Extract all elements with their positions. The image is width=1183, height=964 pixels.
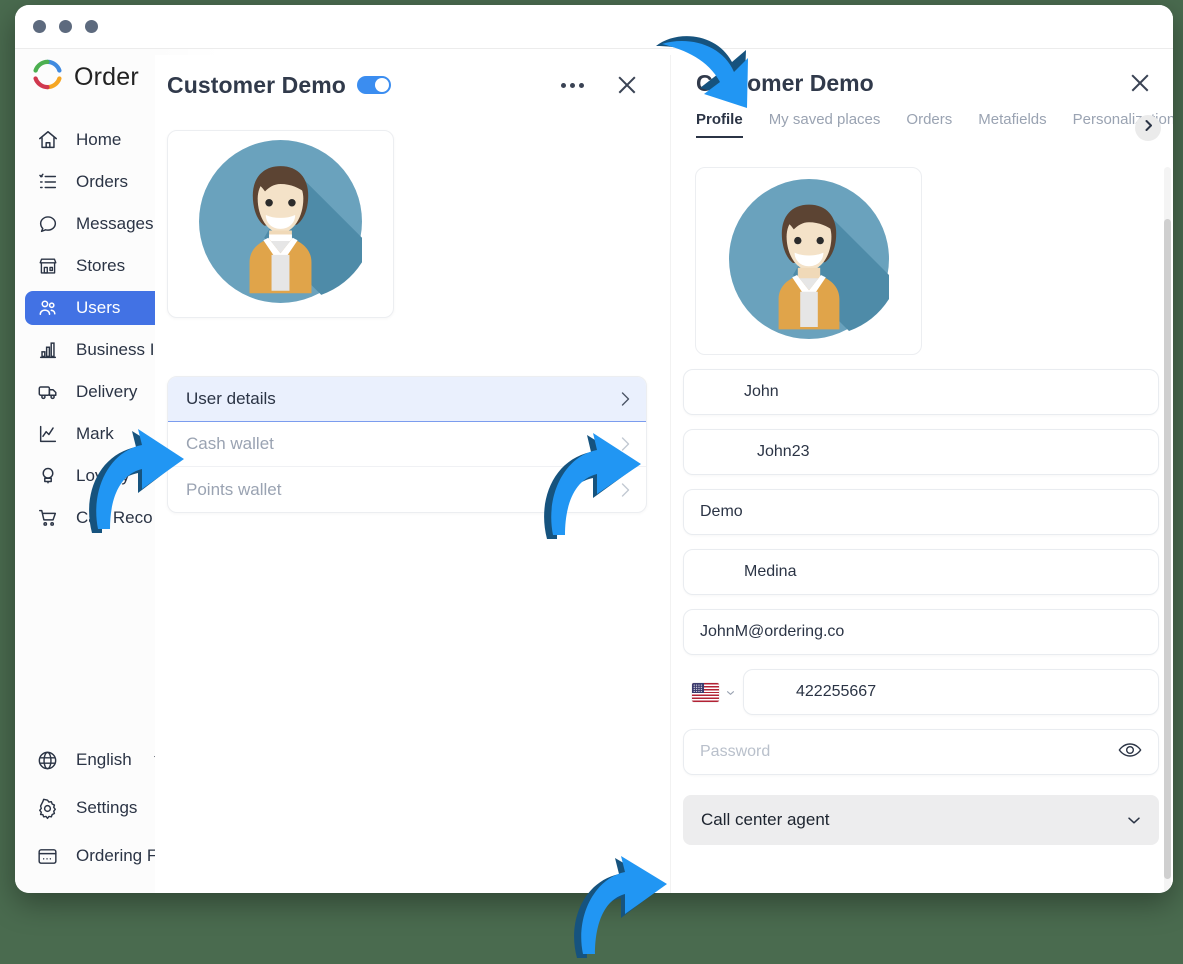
tab-metafields[interactable]: Metafields <box>978 111 1046 138</box>
nickname-field[interactable]: John23 <box>683 429 1159 475</box>
tab-label: Orders <box>906 111 953 128</box>
center-avatar-card[interactable] <box>167 130 394 318</box>
last-name-field[interactable]: Medina <box>683 549 1159 595</box>
sidebar-item-label: Stores <box>76 256 126 275</box>
sidebar-item-label: Orders <box>76 172 128 191</box>
sidebar-item-label: Delivery <box>76 382 138 401</box>
middle-name-value: Demo <box>700 503 743 520</box>
browser-window-icon <box>35 844 60 869</box>
window-dot-maximize[interactable] <box>85 20 98 33</box>
right-panel: Customer Demo Profile My saved places Or… <box>670 55 1173 893</box>
email-field[interactable]: JohnM@ordering.co <box>683 609 1159 655</box>
gear-icon <box>35 796 60 821</box>
sidebar-item-label: Ordering F <box>76 846 158 865</box>
shopping-cart-icon <box>35 506 60 531</box>
customer-enabled-toggle[interactable] <box>356 76 391 94</box>
center-modal: Customer Demo User details Cash wallet P… <box>155 55 665 893</box>
us-flag-icon <box>692 682 719 702</box>
list-icon <box>35 170 60 195</box>
center-modal-header: Customer Demo <box>155 55 665 115</box>
tab-my-saved-places[interactable]: My saved places <box>769 111 881 138</box>
scrollbar-thumb[interactable] <box>1164 219 1171 879</box>
tab-orders[interactable]: Orders <box>906 111 952 138</box>
last-name-value: Medina <box>744 563 797 580</box>
nickname-value: John23 <box>757 443 810 460</box>
close-icon[interactable] <box>1127 70 1153 96</box>
center-modal-title: Customer Demo <box>167 71 346 98</box>
list-item-label: Points wallet <box>186 479 282 499</box>
list-item-points-wallet[interactable]: Points wallet <box>168 467 646 512</box>
sidebar-item-label: Mark <box>76 424 114 443</box>
chevron-down-icon <box>726 683 735 701</box>
profile-avatar-card[interactable] <box>695 167 922 355</box>
right-panel-tabs: Profile My saved places Orders Metafield… <box>671 111 1173 157</box>
list-item-cash-wallet[interactable]: Cash wallet <box>168 422 646 467</box>
window-titlebar <box>15 5 1173 49</box>
phone-row: 422255667 <box>683 669 1159 715</box>
profile-form: John John23 Demo Medina JohnM@ordering.c… <box>671 167 1173 893</box>
sidebar-item-label: English <box>76 750 132 769</box>
list-item-user-details[interactable]: User details <box>168 377 646 422</box>
window-dot-minimize[interactable] <box>59 20 72 33</box>
password-placeholder: Password <box>700 743 771 760</box>
sidebar-item-label: Messages <box>76 214 154 233</box>
bar-chart-icon <box>35 338 60 363</box>
sidebar-item-label: Home <box>76 130 122 149</box>
middle-name-field[interactable]: Demo <box>683 489 1159 535</box>
role-value: Call center agent <box>701 810 830 829</box>
ellipsis-icon[interactable] <box>555 77 590 94</box>
tab-label: Metafields <box>978 111 1047 128</box>
email-value: JohnM@ordering.co <box>700 623 845 640</box>
list-item-label: Cash wallet <box>186 434 274 453</box>
list-item-label: User details <box>186 389 276 408</box>
loyalty-badge-icon <box>35 464 60 489</box>
chevron-right-icon <box>619 434 632 454</box>
first-name-value: John <box>744 383 779 400</box>
home-icon <box>35 128 60 153</box>
first-name-field[interactable]: John <box>683 369 1159 415</box>
tab-label: My saved places <box>768 111 881 128</box>
chevron-right-icon <box>1143 118 1154 138</box>
avatar <box>199 140 362 308</box>
eye-icon[interactable] <box>1118 741 1142 764</box>
store-icon <box>35 254 60 279</box>
sidebar-item-label: Loyalty <box>76 466 130 485</box>
chevron-right-icon <box>619 480 632 500</box>
ordering-ring-logo <box>32 59 63 95</box>
right-panel-title: Customer Demo <box>696 69 874 96</box>
sidebar-item-label: Business I <box>76 340 155 359</box>
tab-label: Profile <box>696 111 743 128</box>
chevron-down-icon <box>1127 810 1141 830</box>
brand-name: Order <box>74 62 139 91</box>
tabs-scroll-next-button[interactable] <box>1135 115 1161 141</box>
avatar <box>728 178 889 344</box>
sidebar-item-label: Users <box>76 298 121 317</box>
close-icon[interactable] <box>614 72 640 98</box>
app-window: Order Home Orders Messages Stores Users … <box>15 5 1173 893</box>
password-field[interactable]: Password <box>683 729 1159 775</box>
line-chart-icon <box>35 422 60 447</box>
tab-profile[interactable]: Profile <box>696 111 743 138</box>
phone-field[interactable]: 422255667 <box>743 669 1159 715</box>
chevron-right-icon <box>619 389 632 409</box>
wallet-list: User details Cash wallet Points wallet <box>167 376 647 513</box>
screenshot-root: Order Home Orders Messages Stores Users … <box>0 0 1183 964</box>
country-code-selector[interactable] <box>683 682 743 702</box>
right-panel-header: Customer Demo <box>671 55 1173 111</box>
sidebar-item-label: Settings <box>76 798 138 817</box>
truck-icon <box>35 380 60 405</box>
globe-icon <box>35 748 60 773</box>
chat-bubble-icon <box>35 212 60 237</box>
phone-value: 422255667 <box>796 683 877 700</box>
role-select[interactable]: Call center agent <box>683 795 1159 845</box>
window-dot-close[interactable] <box>33 20 46 33</box>
users-icon <box>35 296 60 321</box>
sidebar-item-label: Cart Reco <box>76 508 153 527</box>
